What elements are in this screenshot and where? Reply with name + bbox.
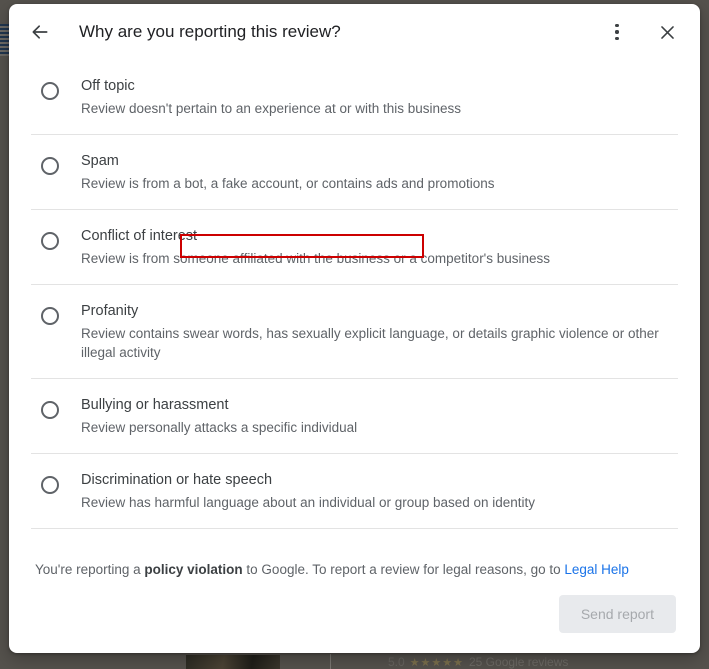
policy-note-middle: to Google. To report a review for legal …: [242, 562, 565, 577]
option-title: Off topic: [81, 78, 135, 94]
radio-discrimination-or-hate-speech[interactable]: [41, 476, 59, 494]
option-title: Discrimination or hate speech: [81, 472, 273, 488]
option-title: Bullying or harassment: [81, 397, 229, 413]
report-reason-list: Off topic Review doesn't pertain to an e…: [9, 60, 700, 543]
close-icon: [658, 23, 677, 42]
background-rating-row: 5.0 ★★★★★ 25 Google reviews: [388, 655, 568, 669]
option-text-group: Conflict of interest Review is from some…: [81, 226, 560, 268]
option-text-group: Bullying or harassment Review personally…: [81, 395, 367, 437]
send-report-button[interactable]: Send report: [558, 595, 676, 633]
back-button[interactable]: [21, 13, 59, 51]
option-discrimination-or-hate-speech[interactable]: Discrimination or hate speech Review has…: [31, 454, 678, 529]
option-conflict-of-interest[interactable]: Conflict of interest Review is from some…: [31, 210, 678, 285]
close-button[interactable]: [648, 13, 686, 51]
policy-note-prefix: You're reporting a: [35, 562, 145, 577]
option-personal-information[interactable]: Personal information Contains personal i…: [31, 529, 678, 543]
option-text-group: Discrimination or hate speech Review has…: [81, 470, 545, 512]
background-thumbnail: [186, 655, 280, 669]
option-profanity[interactable]: Profanity Review contains swear words, h…: [31, 285, 678, 379]
radio-conflict-of-interest[interactable]: [41, 232, 59, 250]
option-text-group: Profanity Review contains swear words, h…: [81, 301, 676, 362]
radio-profanity[interactable]: [41, 307, 59, 325]
option-bullying-or-harassment[interactable]: Bullying or harassment Review personally…: [31, 379, 678, 454]
background-reviews-count: 25 Google reviews: [469, 655, 569, 669]
option-text-group: Spam Review is from a bot, a fake accoun…: [81, 151, 504, 193]
option-title: Spam: [81, 153, 119, 169]
option-spam[interactable]: Spam Review is from a bot, a fake accoun…: [31, 135, 678, 210]
option-description: Review personally attacks a specific ind…: [81, 420, 358, 435]
report-review-dialog: Why are you reporting this review? Off t…: [9, 4, 700, 653]
legal-help-link[interactable]: Legal Help: [564, 562, 629, 577]
option-description: Review contains swear words, has sexuall…: [81, 326, 659, 360]
option-description: Review is from a bot, a fake account, or…: [81, 176, 495, 191]
dialog-actions: Send report: [9, 579, 700, 653]
background-sidebar-stripes: [0, 24, 9, 56]
radio-spam[interactable]: [41, 157, 59, 175]
radio-off-topic[interactable]: [41, 82, 59, 100]
option-text-group: Off topic Review doesn't pertain to an e…: [81, 76, 471, 118]
option-description: Review is from someone affiliated with t…: [81, 251, 551, 266]
dialog-header: Why are you reporting this review?: [9, 4, 700, 60]
option-title: Profanity: [81, 303, 139, 319]
option-description: Review doesn't pertain to an experience …: [81, 101, 462, 116]
option-title: Conflict of interest: [81, 228, 198, 244]
radio-bullying-or-harassment[interactable]: [41, 401, 59, 419]
background-divider: [330, 654, 331, 669]
background-rating-value: 5.0: [388, 655, 405, 669]
page-title: Why are you reporting this review?: [79, 22, 341, 41]
option-off-topic[interactable]: Off topic Review doesn't pertain to an e…: [31, 60, 678, 135]
overflow-menu-button[interactable]: [598, 13, 636, 51]
more-vert-icon: [615, 23, 619, 41]
policy-note-bold: policy violation: [144, 562, 243, 577]
option-description: Review has harmful language about an ind…: [81, 495, 536, 510]
star-rating-icon: ★★★★★: [409, 656, 464, 669]
arrow-back-icon: [30, 22, 50, 42]
policy-note: You're reporting a policy violation to G…: [9, 543, 700, 579]
